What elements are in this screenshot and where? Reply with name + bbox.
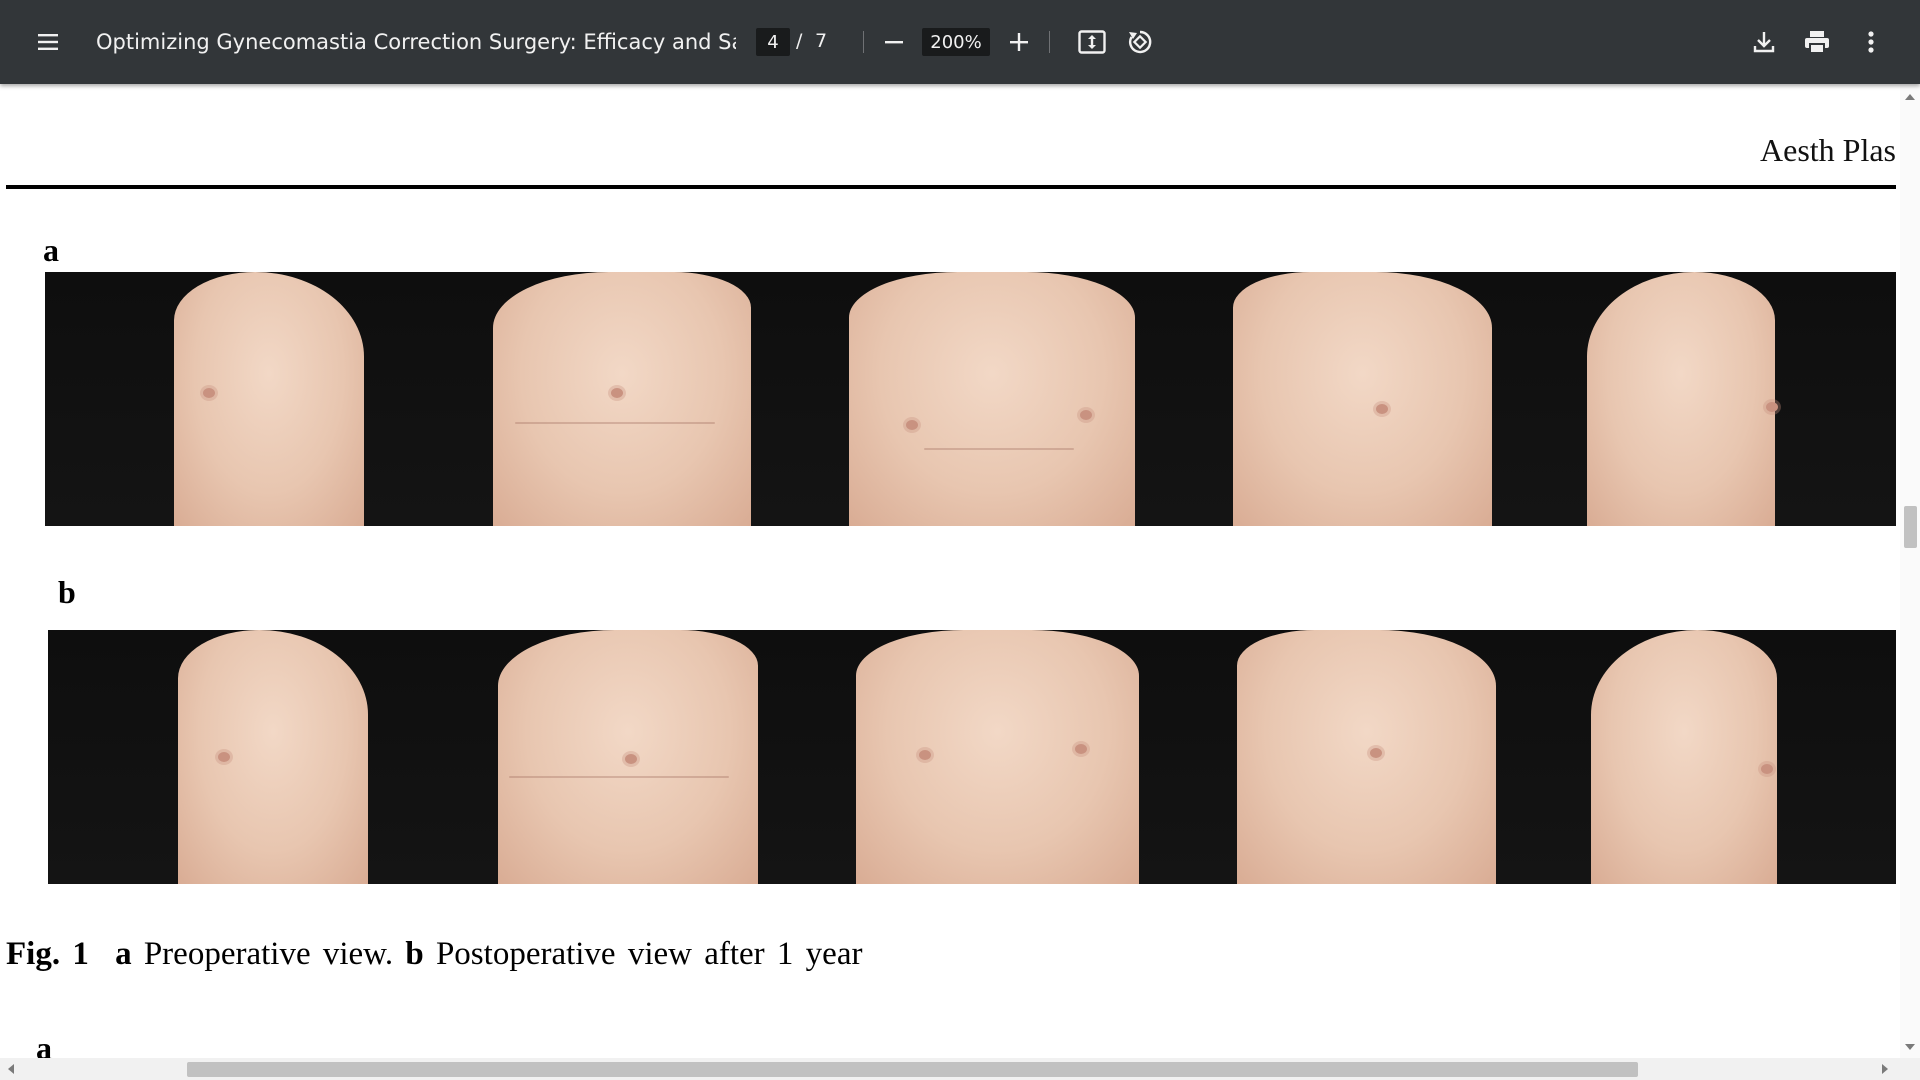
preop-photo-frontal <box>804 272 1180 526</box>
preop-photo-left-lateral <box>45 272 425 526</box>
pdf-page-viewer[interactable]: Aesth Plas a b Fig. 1 a Preoperative vie… <box>0 84 1920 1080</box>
panel-b-label: b <box>58 574 76 610</box>
caption-b-label: b <box>405 936 424 972</box>
fit-page-icon <box>1078 30 1106 54</box>
rotate-button[interactable] <box>1120 22 1160 62</box>
zoom-in-button[interactable] <box>999 22 1039 62</box>
postop-photo-left-lateral <box>48 630 429 884</box>
zoom-out-icon <box>885 41 903 44</box>
postop-photo-frontal <box>811 630 1184 884</box>
menu-button[interactable] <box>28 22 68 62</box>
journal-running-header: Aesth Plas <box>1760 132 1896 168</box>
caption-b-text: Postoperative view after 1 year <box>435 936 863 972</box>
page-number-input[interactable] <box>756 28 790 56</box>
document-title: Optimizing Gynecomastia Correction Surge… <box>96 30 736 54</box>
postop-photo-left-oblique <box>429 630 811 884</box>
postop-photo-right-lateral <box>1565 630 1896 884</box>
scroll-up-arrow-icon[interactable] <box>1905 94 1915 100</box>
scroll-down-arrow-icon[interactable] <box>1905 1044 1915 1050</box>
preop-photo-left-oblique <box>425 272 804 526</box>
figure-number: Fig. 1 <box>6 936 89 972</box>
print-button[interactable] <box>1797 22 1837 62</box>
vertical-scrollbar-thumb[interactable] <box>1904 506 1917 548</box>
menu-icon <box>38 34 58 50</box>
more-options-button[interactable] <box>1851 22 1891 62</box>
horizontal-scrollbar-thumb[interactable] <box>187 1062 1638 1077</box>
download-button[interactable] <box>1744 22 1784 62</box>
fit-to-page-button[interactable] <box>1072 22 1112 62</box>
toolbar-divider <box>863 31 864 53</box>
scroll-left-arrow-icon[interactable] <box>8 1064 14 1074</box>
scroll-right-arrow-icon[interactable] <box>1882 1064 1888 1074</box>
preoperative-photo-strip <box>45 272 1896 526</box>
postop-photo-right-oblique <box>1184 630 1565 884</box>
horizontal-scrollbar[interactable] <box>0 1058 1920 1080</box>
caption-a-text: Preoperative view. <box>143 936 394 972</box>
more-vert-icon <box>1868 31 1874 53</box>
preop-photo-right-lateral <box>1560 272 1896 526</box>
vertical-scrollbar[interactable] <box>1900 84 1920 1058</box>
figure-caption: Fig. 1 a Preoperative view. b Postoperat… <box>6 936 862 973</box>
header-rule <box>6 185 1896 189</box>
zoom-level-input[interactable] <box>922 28 990 56</box>
postoperative-photo-strip <box>48 630 1896 884</box>
toolbar-divider <box>1049 31 1050 53</box>
download-icon <box>1753 32 1775 53</box>
pdf-toolbar: Optimizing Gynecomastia Correction Surge… <box>0 0 1920 84</box>
page-total: 7 <box>815 30 828 52</box>
zoom-out-button[interactable] <box>874 22 914 62</box>
page-separator: / <box>796 30 803 52</box>
preop-photo-right-oblique <box>1180 272 1560 526</box>
rotate-icon <box>1128 30 1152 54</box>
panel-a-label: a <box>43 232 59 268</box>
print-icon <box>1805 31 1829 54</box>
caption-a-label: a <box>115 936 132 972</box>
zoom-in-icon <box>1010 33 1028 51</box>
